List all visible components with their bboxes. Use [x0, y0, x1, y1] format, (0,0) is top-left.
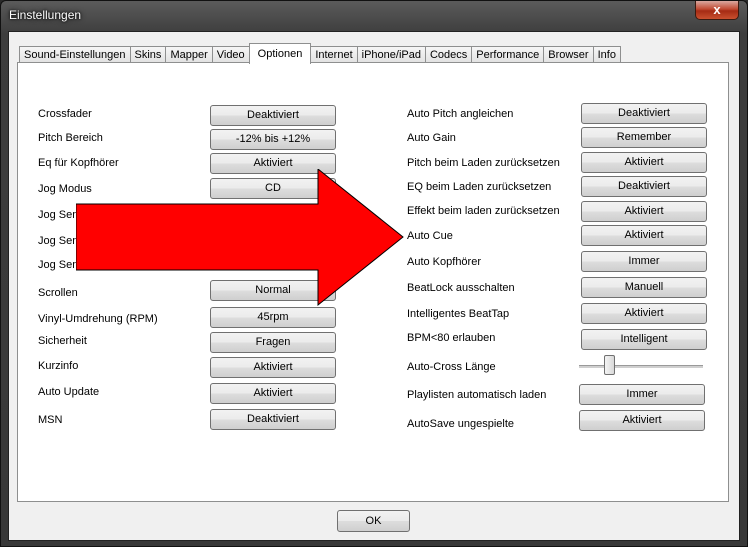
close-button[interactable]: x [695, 1, 739, 20]
ok-button[interactable]: OK [337, 510, 410, 532]
auto-update-button[interactable]: Aktiviert [210, 383, 336, 404]
jog-sen-2-label: Jog Sen [38, 235, 79, 247]
sicherheit-label: Sicherheit [38, 335, 87, 347]
playlist-auto-label: Playlisten automatisch laden [407, 389, 547, 401]
kurzinfo-button[interactable]: Aktiviert [210, 357, 336, 378]
auto-cross-slider-thumb[interactable] [604, 355, 615, 375]
beatlock-button[interactable]: Manuell [581, 277, 707, 298]
auto-cue-button[interactable]: Aktiviert [581, 225, 707, 246]
tab-strip: Sound-Einstellungen Skins Mapper Video Optio… [19, 43, 621, 64]
pitch-bereich-button[interactable]: -12% bis +12% [210, 129, 336, 150]
crossfader-label: Crossfader [38, 108, 92, 120]
beattap-button[interactable]: Aktiviert [581, 303, 707, 324]
red-arrow-overlay [76, 169, 404, 307]
effekt-reset-label: Effekt beim laden zurücksetzen [407, 205, 560, 217]
auto-pitch-label: Auto Pitch angleichen [407, 108, 514, 120]
kurzinfo-label: Kurzinfo [38, 360, 79, 372]
playlist-auto-button[interactable]: Immer [579, 384, 705, 405]
title-bar[interactable]: Einstellungen x [1, 1, 747, 31]
tab-optionen[interactable]: Optionen [248, 43, 312, 64]
eq-reset-label: EQ beim Laden zurücksetzen [407, 181, 552, 193]
auto-kopfhoerer-label: Auto Kopfhörer [407, 256, 481, 268]
msn-label: MSN [38, 414, 63, 426]
msn-button[interactable]: Deaktiviert [210, 409, 336, 430]
window-title: Einstellungen [9, 8, 82, 22]
eq-reset-button[interactable]: Deaktiviert [581, 176, 707, 197]
vinyl-umdrehung-button[interactable]: 45rpm [210, 307, 336, 328]
auto-pitch-button[interactable]: Deaktiviert [581, 103, 707, 124]
auto-update-label: Auto Update [38, 386, 100, 398]
sicherheit-button[interactable]: Fragen [210, 332, 336, 353]
auto-cross-label: Auto-Cross Länge [407, 361, 496, 373]
pitch-reset-button[interactable]: Aktiviert [581, 152, 707, 173]
autosave-label: AutoSave ungespielte [407, 418, 515, 430]
jog-sen-1-label: Jog Sen [38, 209, 79, 221]
bpm80-label: BPM<80 erlauben [407, 332, 496, 344]
beattap-label: Intelligentes BeatTap [407, 308, 510, 320]
pitch-bereich-label: Pitch Bereich [38, 132, 103, 144]
scrollen-label: Scrollen [38, 287, 78, 299]
pitch-reset-label: Pitch beim Laden zurücksetzen [407, 157, 560, 169]
auto-gain-button[interactable]: Remember [581, 127, 707, 148]
crossfader-button[interactable]: Deaktiviert [210, 105, 336, 126]
bpm80-button[interactable]: Intelligent [581, 329, 707, 350]
effekt-reset-button[interactable]: Aktiviert [581, 201, 707, 222]
autosave-button[interactable]: Aktiviert [579, 410, 705, 431]
vinyl-umdrehung-label: Vinyl-Umdrehung (RPM) [38, 313, 158, 325]
jog-sen-3-label: Jog Sen [38, 259, 79, 271]
auto-kopfhoerer-button[interactable]: Immer [581, 251, 707, 272]
beatlock-label: BeatLock ausschalten [407, 282, 515, 294]
settings-window: Einstellungen x Sound-Einstellungen Skins… [0, 0, 748, 547]
auto-cross-slider-track[interactable] [579, 365, 703, 368]
auto-gain-label: Auto Gain [407, 132, 456, 144]
auto-cue-label: Auto Cue [407, 230, 453, 242]
eq-kopfhoerer-label: Eq für Kopfhörer [38, 157, 119, 169]
